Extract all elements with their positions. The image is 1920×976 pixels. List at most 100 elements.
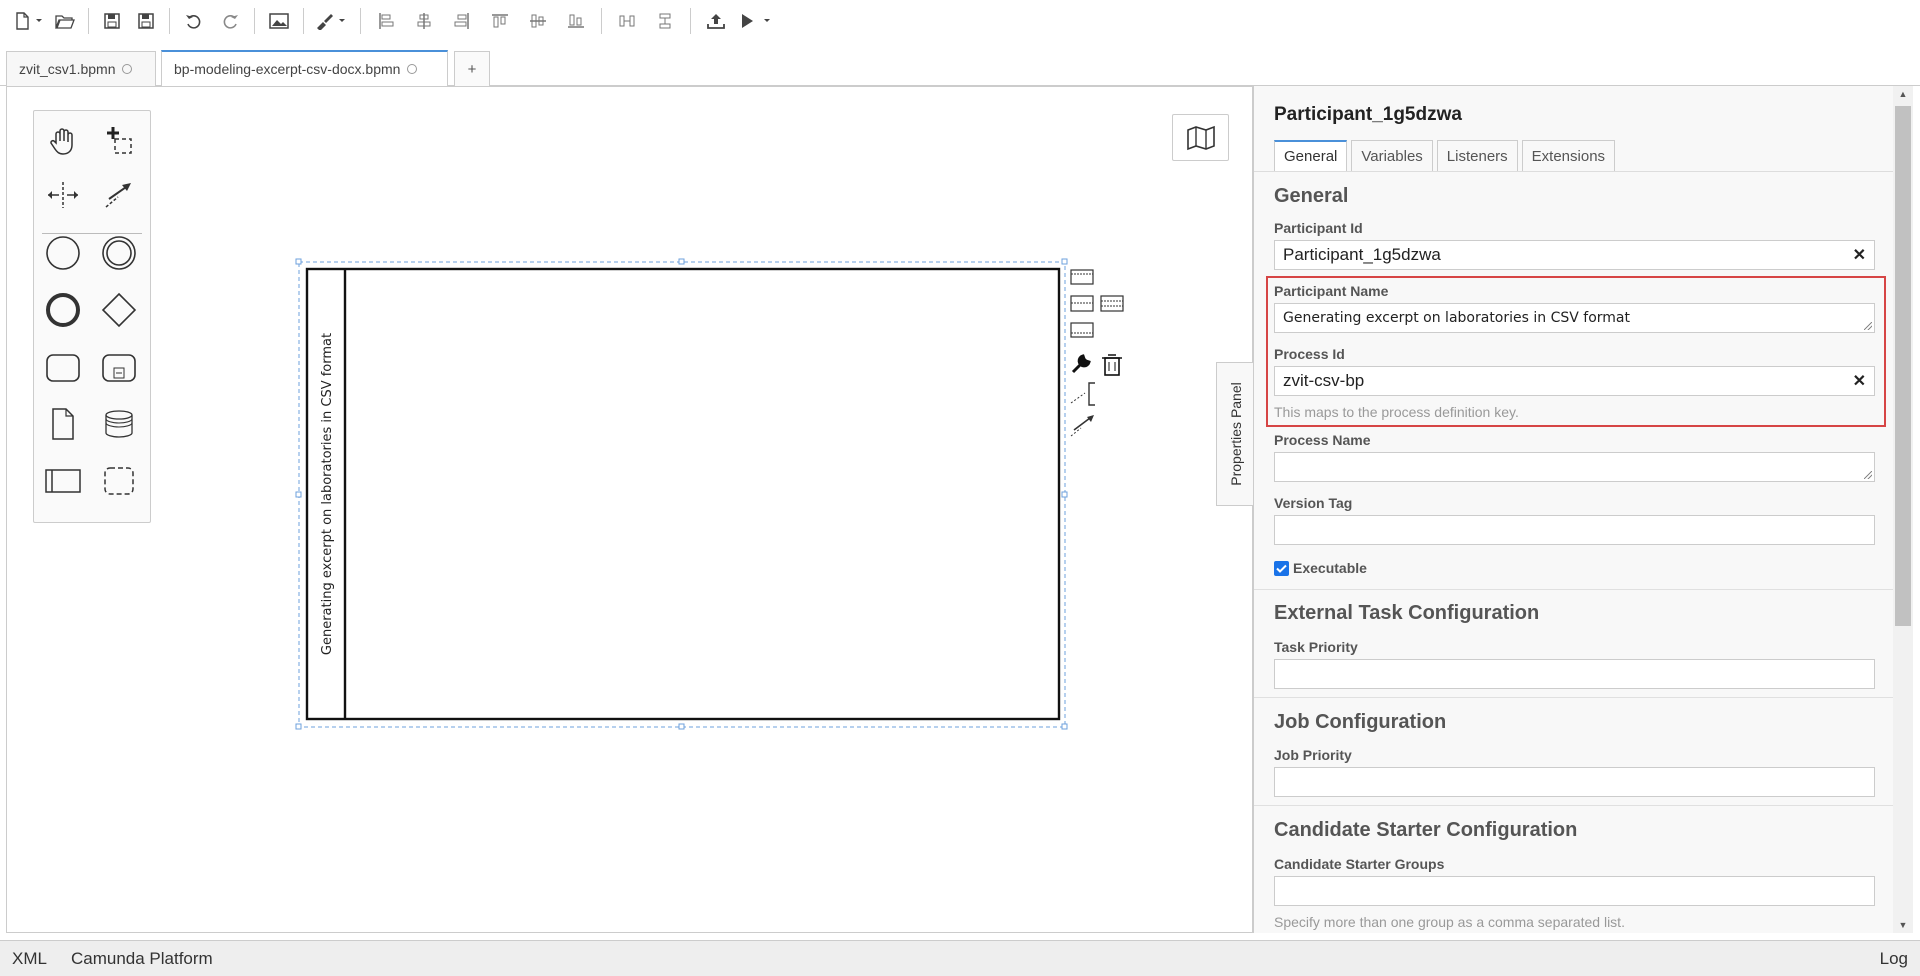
participant-id-field[interactable]: Participant_1g5dzwa ✕	[1274, 240, 1875, 270]
job-priority-field[interactable]	[1274, 767, 1875, 797]
subprocess-icon[interactable]	[97, 346, 141, 390]
text-annotation-icon[interactable]	[1070, 382, 1095, 406]
pool-icon[interactable]	[41, 459, 85, 503]
properties-panel-toggle[interactable]: Properties Panel	[1216, 362, 1254, 506]
candidate-groups-label: Candidate Starter Groups	[1274, 856, 1445, 872]
align-left-icon[interactable]	[367, 6, 405, 36]
deploy-icon[interactable]	[697, 6, 735, 36]
participant-id-label: Participant Id	[1274, 220, 1363, 236]
tab-close-icon[interactable]	[122, 64, 133, 74]
global-connect-tool-icon[interactable]	[97, 173, 141, 217]
lane-divide-three-icon[interactable]	[1100, 295, 1124, 312]
gateway-icon[interactable]	[97, 288, 141, 332]
undo-icon[interactable]	[176, 6, 212, 36]
tab-variables[interactable]: Variables	[1351, 140, 1433, 171]
scroll-down-icon[interactable]: ▼	[1893, 917, 1913, 933]
platform-label: Camunda Platform	[70, 948, 213, 968]
lasso-tool-icon[interactable]	[97, 119, 141, 163]
toolbar-divider	[360, 8, 361, 34]
process-name-label: Process Name	[1274, 432, 1371, 448]
task-icon[interactable]	[41, 346, 85, 390]
align-center-icon[interactable]	[405, 6, 443, 36]
new-tab-button[interactable]: +	[454, 51, 490, 86]
participant-id-value: Participant_1g5dzwa	[1283, 245, 1441, 264]
toolbar-divider	[303, 8, 304, 34]
intermediate-event-icon[interactable]	[97, 231, 141, 275]
minimap-toggle-button[interactable]	[1172, 114, 1229, 161]
align-middle-icon[interactable]	[519, 6, 557, 36]
space-tool-icon[interactable]	[41, 173, 85, 217]
tabs-underline	[1254, 171, 1893, 172]
section-external-task-heading: External Task Configuration	[1274, 602, 1540, 624]
hand-tool-icon[interactable]	[41, 119, 85, 163]
save-icon[interactable]	[95, 6, 129, 36]
pool-name-label: Generating excerpt on laboratories in CS…	[320, 333, 335, 655]
toolbar-divider	[88, 8, 89, 34]
task-priority-label: Task Priority	[1274, 639, 1358, 655]
version-tag-label: Version Tag	[1274, 495, 1353, 511]
tab-close-icon[interactable]	[407, 64, 418, 74]
candidate-groups-hint: Specify more than one group as a comma s…	[1274, 914, 1625, 930]
map-icon	[1186, 125, 1215, 150]
align-right-icon[interactable]	[443, 6, 481, 36]
group-icon[interactable]	[97, 459, 141, 503]
toolbar-divider	[690, 8, 691, 34]
lane-add-below-icon[interactable]	[1070, 322, 1094, 338]
tab-label: zvit_csv1.bpmn	[19, 61, 116, 77]
save-as-icon[interactable]	[129, 6, 163, 36]
align-bottom-icon[interactable]	[557, 6, 595, 36]
lane-add-above-icon[interactable]	[1070, 269, 1094, 285]
section-divider	[1254, 805, 1893, 806]
new-file-icon[interactable]	[10, 6, 48, 36]
toolbar	[0, 0, 1920, 42]
pool-diagram: Generating excerpt on laboratories in CS…	[295, 258, 1124, 730]
tab-listeners[interactable]: Listeners	[1436, 140, 1518, 171]
tab-bp-modeling-excerpt[interactable]: bp-modeling-excerpt-csv-docx.bpmn	[161, 50, 448, 86]
executable-checkbox[interactable]: Executable	[1274, 560, 1367, 576]
connect-icon[interactable]	[1070, 415, 1094, 437]
status-bar: XML Camunda Platform Log	[0, 940, 1920, 976]
align-top-icon[interactable]	[481, 6, 519, 36]
process-name-field[interactable]	[1274, 452, 1875, 482]
tab-extensions[interactable]: Extensions	[1521, 140, 1616, 171]
scrollbar-thumb[interactable]	[1895, 106, 1911, 626]
properties-panel: Participant_1g5dzwa General Variables Li…	[1253, 86, 1893, 933]
checkbox-checked-icon[interactable]	[1274, 560, 1289, 576]
open-file-icon[interactable]	[48, 6, 82, 36]
end-event-icon[interactable]	[41, 288, 85, 332]
data-store-icon[interactable]	[97, 402, 141, 446]
properties-scrollbar[interactable]: ▲ ▼	[1893, 86, 1913, 933]
color-picker-icon[interactable]	[310, 6, 354, 36]
redo-icon[interactable]	[212, 6, 248, 36]
lane-divide-two-icon[interactable]	[1070, 295, 1094, 312]
scroll-up-icon[interactable]: ▲	[1893, 86, 1913, 102]
section-candidate-heading: Candidate Starter Configuration	[1274, 819, 1578, 841]
toolbar-divider	[169, 8, 170, 34]
candidate-groups-field[interactable]	[1274, 876, 1875, 906]
run-icon[interactable]	[735, 6, 779, 36]
participant-pool[interactable]	[305, 267, 1061, 721]
xml-button[interactable]: XML	[0, 949, 59, 969]
toolbar-divider	[254, 8, 255, 34]
wrench-icon[interactable]	[1071, 354, 1091, 374]
image-export-icon[interactable]	[261, 6, 297, 36]
trash-icon[interactable]	[1102, 354, 1122, 376]
distribute-horizontal-icon[interactable]	[608, 6, 646, 36]
highlight-box	[1266, 276, 1886, 427]
start-event-icon[interactable]	[41, 231, 85, 275]
clear-icon[interactable]: ✕	[1853, 245, 1866, 265]
version-tag-field[interactable]	[1274, 515, 1875, 545]
executable-label: Executable	[1293, 560, 1367, 576]
distribute-vertical-icon[interactable]	[646, 6, 684, 36]
tab-general[interactable]: General	[1274, 140, 1348, 171]
element-title: Participant_1g5dzwa	[1274, 104, 1462, 125]
job-priority-label: Job Priority	[1274, 747, 1352, 763]
task-priority-field[interactable]	[1274, 659, 1875, 689]
toolbar-divider	[601, 8, 602, 34]
properties-tabs: General Variables Listeners Extensions	[1274, 140, 1616, 171]
data-object-icon[interactable]	[41, 402, 85, 446]
log-button[interactable]: Log	[1880, 949, 1908, 969]
tool-palette	[33, 110, 151, 523]
section-general-heading: General	[1274, 185, 1349, 207]
tab-zvit-csv1[interactable]: zvit_csv1.bpmn	[6, 51, 156, 86]
